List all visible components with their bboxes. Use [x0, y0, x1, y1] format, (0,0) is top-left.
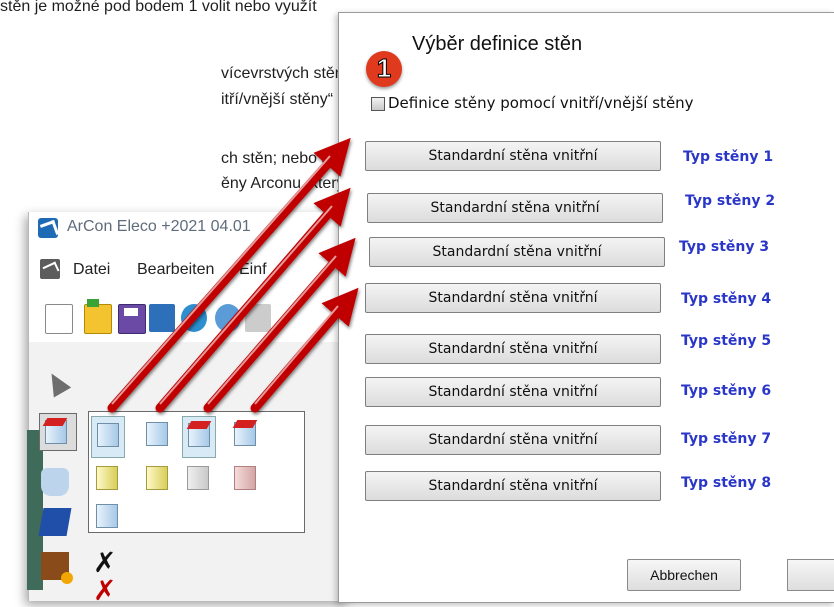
wall-type-3-icon[interactable]: [182, 416, 216, 458]
wall-type-1-button[interactable]: Standardní stěna vnitřní: [365, 141, 661, 171]
round-wall-icon[interactable]: [41, 468, 69, 496]
arcon-toolbar: [29, 296, 349, 336]
wall-type-5-label: Typ stěny 5: [681, 333, 772, 349]
wall-type-7-label: Typ stěny 7: [681, 431, 772, 447]
wall-type-4-button[interactable]: Standardní stěna vnitřní: [365, 283, 661, 313]
document-line-1: stěn je možné pod bodem 1 volit nebo vyu…: [0, 0, 317, 15]
wall-type-7-button[interactable]: Standardní stěna vnitřní: [365, 425, 661, 455]
wall-type-2-button[interactable]: Standardní stěna vnitřní: [367, 193, 663, 223]
render-icon[interactable]: [181, 304, 207, 332]
door-icon[interactable]: [41, 552, 73, 584]
wall-type-1-icon[interactable]: [91, 416, 125, 458]
select-cursor-icon[interactable]: [43, 370, 73, 400]
globe-icon[interactable]: [215, 304, 241, 332]
app-menu-icon[interactable]: [40, 259, 60, 279]
menu-bearbeiten[interactable]: Bearbeiten: [137, 261, 214, 279]
cancel-button[interactable]: Abbrechen: [627, 559, 741, 591]
wall-tool-icon[interactable]: [39, 413, 77, 451]
new-file-icon[interactable]: [45, 304, 73, 334]
wall-type-6-button[interactable]: Standardní stěna vnitřní: [365, 377, 661, 407]
dialog-title: Výběr definice stěn: [412, 33, 583, 55]
wall-type-3-label: Typ stěny 3: [679, 239, 770, 255]
wall-type-1-label: Typ stěny 1: [683, 149, 774, 165]
wall-type-2-label: Typ stěny 2: [685, 193, 776, 209]
wall-type-6-label: Typ stěny 6: [681, 383, 772, 399]
wall-flyout: [88, 411, 305, 533]
arcon-menubar: Datei Bearbeiten Einf: [29, 256, 349, 282]
floor-icon[interactable]: [38, 508, 72, 536]
menu-einfuegen[interactable]: Einf: [239, 261, 267, 279]
ok-button[interactable]: [787, 559, 834, 591]
view-icon[interactable]: [149, 304, 175, 332]
wall-type-2-icon[interactable]: [141, 416, 173, 456]
wall-type-5-icon[interactable]: [91, 460, 123, 500]
wall-type-8-button[interactable]: Standardní stěna vnitřní: [365, 471, 661, 501]
arcon-window: ArCon Eleco +2021 04.01 Datei Bearbeiten…: [27, 212, 349, 606]
inner-outer-checkbox-label[interactable]: Definice stěny pomocí vnitří/vnější stěn…: [388, 94, 694, 112]
wall-type-8-label: Typ stěny 8: [681, 475, 772, 491]
wall-type-7-icon[interactable]: [182, 460, 214, 500]
delete-red-icon[interactable]: ✗: [93, 574, 116, 607]
save-icon[interactable]: [118, 304, 146, 334]
wall-type-3-button[interactable]: Standardní stěna vnitřní: [369, 237, 665, 267]
wall-type-6-icon[interactable]: [141, 460, 173, 500]
tool-icon[interactable]: [245, 304, 271, 332]
step-badge: 1: [366, 51, 402, 87]
wall-type-4-icon[interactable]: [229, 416, 261, 456]
wall-type-5-button[interactable]: Standardní stěna vnitřní: [365, 334, 661, 364]
arcon-title: ArCon Eleco +2021 04.01: [67, 218, 251, 235]
step-number: 1: [376, 53, 392, 84]
wall-edit-icon[interactable]: [91, 498, 123, 538]
arcon-logo-icon: [38, 218, 58, 238]
wall-type-8-icon[interactable]: [229, 460, 261, 500]
menu-datei[interactable]: Datei: [73, 261, 110, 279]
open-folder-icon[interactable]: [84, 299, 112, 334]
arcon-titlebar: ArCon Eleco +2021 04.01: [29, 212, 349, 242]
wall-type-4-label: Typ stěny 4: [681, 291, 772, 307]
wall-definition-dialog: Výběr definice stěn 1 Definice stěny pom…: [338, 12, 834, 603]
document-line-5: ěny Arconu, který: [221, 175, 345, 192]
inner-outer-checkbox[interactable]: [371, 97, 385, 111]
